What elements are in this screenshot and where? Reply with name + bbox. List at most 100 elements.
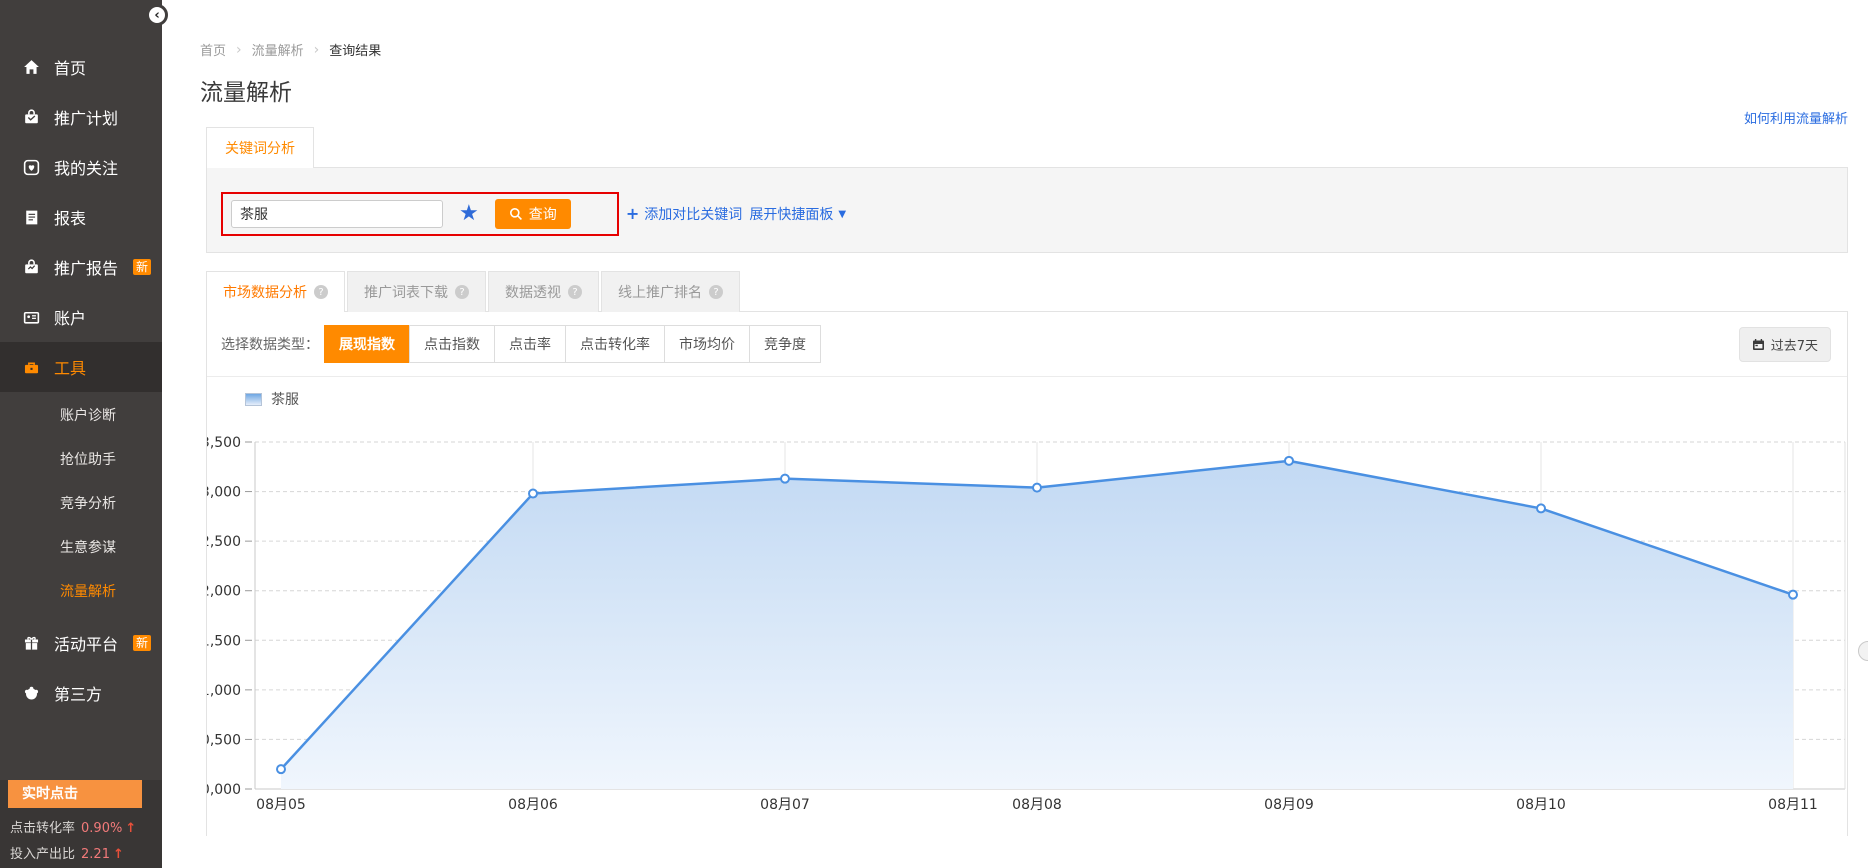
third-party-icon — [22, 684, 41, 703]
svg-text:10,000: 10,000 — [207, 782, 241, 798]
legend-series-name: 茶服 — [271, 389, 299, 409]
realtime-stats-panel: 实时点击 点击转化率0.90%↑ 投入产出比2.21↑ — [0, 780, 162, 868]
svg-text:08月09: 08月09 — [1264, 797, 1314, 813]
sidebar-subitem-traffic-analysis[interactable]: 流量解析 — [0, 570, 162, 614]
sidebar-item-favorites[interactable]: 我的关注 — [0, 142, 162, 192]
sidebar-item-third-party[interactable]: 第三方 — [0, 668, 162, 718]
tab-data-perspective[interactable]: 数据透视 ? — [488, 271, 599, 312]
data-type-toolbar: 选择数据类型： 展现指数 点击指数 点击率 点击转化率 市场均价 竞争度 过去7… — [207, 312, 1847, 377]
add-compare-label: 添加对比关键词 — [644, 204, 742, 224]
help-question-icon[interactable]: ? — [709, 285, 723, 299]
sidebar-item-label: 活动平台 — [54, 631, 118, 655]
tab-market-data-analysis[interactable]: 市场数据分析 ? — [206, 271, 345, 312]
date-range-button[interactable]: 过去7天 — [1739, 327, 1831, 362]
page-title: 流量解析 — [200, 73, 1868, 107]
help-question-icon[interactable]: ? — [455, 285, 469, 299]
tab-promo-wordlist-download[interactable]: 推广词表下载 ? — [347, 271, 486, 312]
heart-icon — [22, 158, 41, 177]
home-icon — [22, 58, 41, 77]
svg-text:10,500: 10,500 — [207, 732, 241, 748]
sidebar-item-campaigns[interactable]: 推广计划 — [0, 92, 162, 142]
query-button-label: 查询 — [529, 204, 557, 224]
campaign-icon — [22, 108, 41, 127]
sidebar-item-promo-report[interactable]: 推广报告 新 — [0, 242, 162, 292]
analysis-tabs: 市场数据分析 ? 推广词表下载 ? 数据透视 ? 线上推广排名 ? — [206, 271, 1868, 311]
sidebar-subitem-account-diagnosis[interactable]: 账户诊断 — [0, 394, 162, 438]
promo-report-icon — [22, 258, 41, 277]
sidebar-item-account[interactable]: 账户 — [0, 292, 162, 342]
stat-value: 0.90% — [81, 821, 122, 836]
chevron-left-icon: ‹ — [154, 8, 159, 23]
sidebar-item-label: 报表 — [54, 205, 86, 229]
chevron-right-icon: › — [314, 42, 320, 58]
help-link[interactable]: 如何利用流量解析 — [1744, 108, 1848, 127]
sidebar-item-label: 账户 — [54, 305, 86, 329]
sidebar-item-label: 我的关注 — [54, 155, 118, 179]
chart-legend: 茶服 — [245, 389, 1847, 409]
favorite-star-icon[interactable]: ★ — [459, 203, 479, 225]
help-question-icon[interactable]: ? — [568, 285, 582, 299]
option-market-average-price[interactable]: 市场均价 — [664, 325, 750, 363]
search-icon — [509, 207, 523, 221]
tools-submenu: 账户诊断 抢位助手 竞争分析 生意参谋 流量解析 — [0, 392, 162, 618]
svg-text:12,500: 12,500 — [207, 534, 241, 550]
new-badge: 新 — [133, 635, 151, 651]
svg-text:08月06: 08月06 — [508, 797, 558, 813]
svg-text:08月05: 08月05 — [256, 797, 306, 813]
tab-label: 数据透视 — [505, 282, 561, 302]
chart-panel: 选择数据类型： 展现指数 点击指数 点击率 点击转化率 市场均价 竞争度 过去7… — [206, 311, 1848, 836]
svg-text:11,500: 11,500 — [207, 633, 241, 649]
data-type-segmented-control: 展现指数 点击指数 点击率 点击转化率 市场均价 竞争度 — [325, 325, 821, 363]
stat-row-click-conversion: 点击转化率0.90%↑ — [10, 816, 162, 842]
breadcrumb-home[interactable]: 首页 — [200, 40, 226, 59]
breadcrumb-traffic-analysis[interactable]: 流量解析 — [252, 40, 304, 59]
query-button[interactable]: 查询 — [495, 199, 571, 229]
sidebar-subitem-rank-assistant[interactable]: 抢位助手 — [0, 438, 162, 482]
svg-text:08月10: 08月10 — [1516, 797, 1566, 813]
add-compare-keyword-link[interactable]: + 添加对比关键词 — [626, 204, 742, 224]
keyword-input[interactable] — [231, 200, 443, 228]
search-panel: ★ 查询 + 添加对比关键词 展开快捷面板 ▼ — [206, 167, 1848, 253]
calendar-icon — [1752, 338, 1765, 351]
sidebar-subitem-competition-analysis[interactable]: 竞争分析 — [0, 482, 162, 526]
legend-swatch — [245, 393, 262, 406]
svg-text:12,000: 12,000 — [207, 584, 241, 600]
option-click-index[interactable]: 点击指数 — [409, 325, 495, 363]
option-competition-degree[interactable]: 竞争度 — [749, 325, 821, 363]
up-arrow-icon: ↑ — [113, 847, 124, 862]
data-type-label: 选择数据类型： — [221, 334, 319, 354]
stat-label: 点击转化率 — [10, 821, 75, 836]
sidebar-nav: 首页 推广计划 我的关注 报表 推广报告 新 — [0, 0, 162, 718]
tab-label: 市场数据分析 — [223, 282, 307, 302]
sidebar-item-home[interactable]: 首页 — [0, 42, 162, 92]
new-badge: 新 — [133, 259, 151, 275]
main-content: 首页 › 流量解析 › 查询结果 流量解析 如何利用流量解析 关键词分析 ★ 查… — [162, 0, 1868, 867]
option-click-conversion-rate[interactable]: 点击转化率 — [565, 325, 665, 363]
sidebar-item-label: 推广计划 — [54, 105, 118, 129]
plus-icon: + — [626, 204, 639, 223]
expand-panel-label: 展开快捷面板 — [749, 204, 833, 224]
sidebar-subitem-business-advisor[interactable]: 生意参谋 — [0, 526, 162, 570]
option-click-rate[interactable]: 点击率 — [494, 325, 566, 363]
breadcrumb: 首页 › 流量解析 › 查询结果 — [200, 40, 1868, 59]
stat-value: 2.21 — [81, 847, 110, 862]
tab-keyword-analysis[interactable]: 关键词分析 — [206, 127, 314, 168]
floating-widget[interactable] — [1858, 641, 1868, 661]
tab-online-promo-ranking[interactable]: 线上推广排名 ? — [601, 271, 740, 312]
report-icon — [22, 208, 41, 227]
tools-icon — [22, 358, 41, 377]
expand-quick-panel-link[interactable]: 展开快捷面板 ▼ — [749, 204, 846, 224]
date-range-label: 过去7天 — [1771, 335, 1818, 354]
caret-down-icon: ▼ — [838, 209, 846, 220]
sidebar-collapse-button[interactable]: ‹ — [146, 4, 168, 26]
gift-icon — [22, 634, 41, 653]
help-question-icon[interactable]: ? — [314, 285, 328, 299]
sidebar-item-reports[interactable]: 报表 — [0, 192, 162, 242]
realtime-stats-header: 实时点击 — [8, 780, 142, 808]
account-icon — [22, 308, 41, 327]
sidebar-item-activity-platform[interactable]: 活动平台 新 — [0, 618, 162, 668]
option-impression-index[interactable]: 展现指数 — [324, 325, 410, 363]
sidebar-item-tools[interactable]: 工具 — [0, 342, 162, 392]
chevron-right-icon: › — [236, 42, 242, 58]
tab-label: 线上推广排名 — [618, 282, 702, 302]
